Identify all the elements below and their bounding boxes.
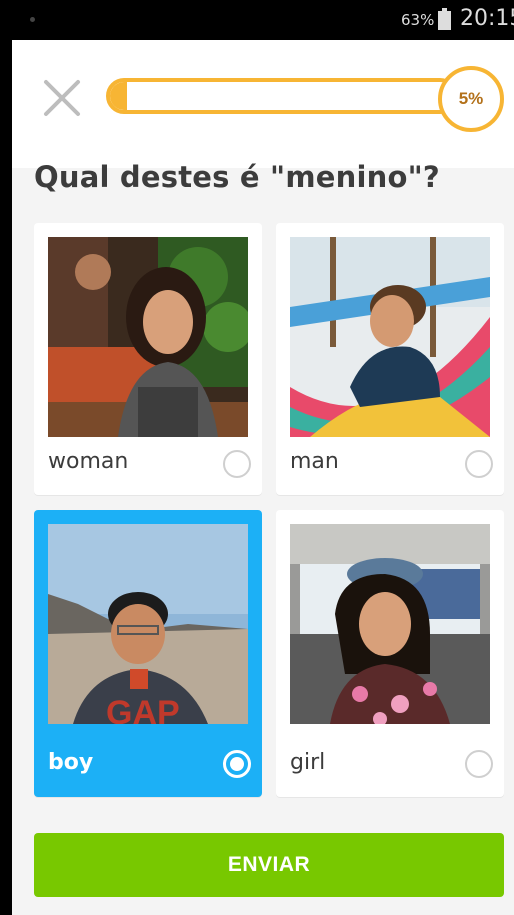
battery-icon (438, 8, 451, 30)
choice-image-man (290, 237, 490, 437)
choice-radio-boy[interactable] (223, 750, 251, 778)
progress-label: 5% (458, 89, 484, 108)
progress-badge: 5% (438, 66, 504, 132)
status-time: 20:15 (460, 6, 514, 31)
choice-card-woman[interactable]: woman (34, 223, 262, 495)
battery-percent: 63% (401, 11, 435, 29)
close-icon (44, 80, 80, 116)
choice-radio-man[interactable] (465, 450, 493, 478)
choice-image-girl (290, 524, 490, 724)
progress-bar (106, 78, 458, 114)
choice-card-man[interactable]: man (276, 223, 504, 495)
question-prompt: Qual destes é "menino"? (34, 160, 440, 194)
choice-label-woman: woman (48, 449, 129, 474)
choice-radio-woman[interactable] (223, 450, 251, 478)
notification-dot-icon (30, 17, 35, 22)
choice-label-man: man (290, 449, 339, 474)
choice-label-boy: boy (48, 750, 94, 775)
close-button[interactable] (42, 78, 82, 118)
lesson-screen: 5% Qual destes é "menino"? woman man GAP… (12, 40, 514, 915)
choice-image-woman (48, 237, 248, 437)
progress-fill (110, 82, 128, 110)
choice-card-girl[interactable]: girl (276, 510, 504, 797)
svg-text:GAP: GAP (106, 694, 180, 724)
choice-image-boy: GAP (48, 524, 248, 724)
choice-radio-girl[interactable] (465, 750, 493, 778)
submit-label: ENVIAR (227, 853, 311, 876)
choice-label-girl: girl (290, 750, 326, 775)
choice-card-boy[interactable]: GAP boy (34, 510, 262, 797)
status-bar: 63% 20:15 (0, 0, 514, 40)
submit-button[interactable]: ENVIAR (34, 833, 504, 897)
